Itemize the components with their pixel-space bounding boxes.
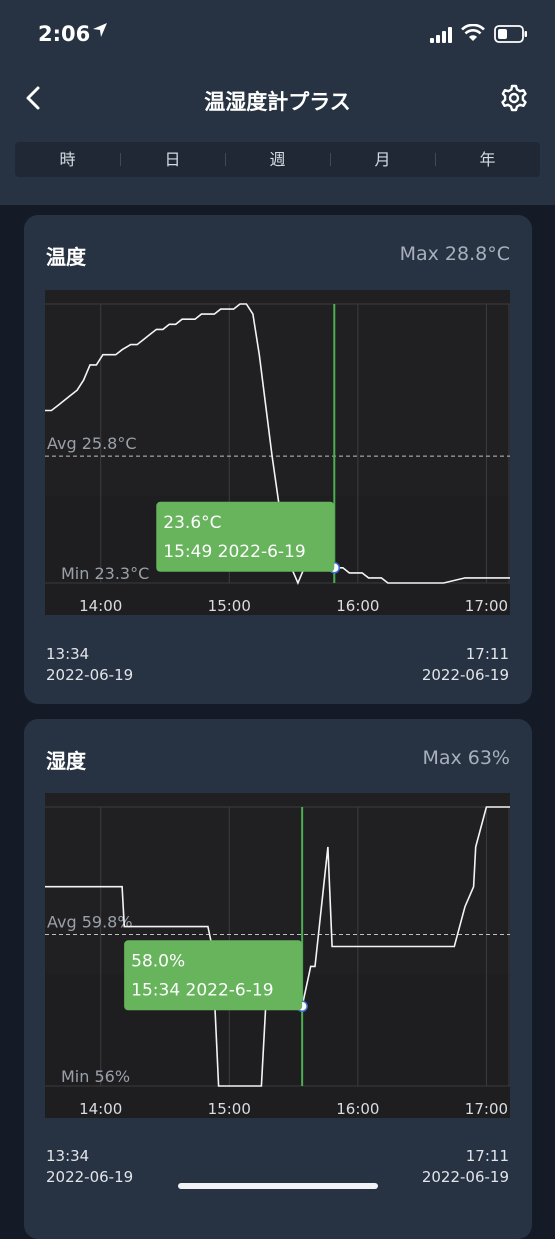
humidity-chart[interactable]: 14:00 15:00 16:00 17:00 Avg 59.8% Min 56% 58.0…	[45, 793, 510, 1118]
avg-label: Avg 25.8°C	[47, 434, 137, 453]
status-bar: 2:06	[0, 0, 555, 70]
tooltip-time: 15:49 2022-6-19	[163, 542, 305, 562]
battery-icon	[494, 25, 527, 43]
x-tick-label: 16:00	[336, 1100, 379, 1118]
tooltip-value: 23.6°C	[163, 513, 221, 533]
min-label: Min 23.3°C	[61, 564, 149, 583]
x-tick-label: 16:00	[336, 597, 379, 615]
x-tick-label: 14:00	[79, 1100, 122, 1118]
range-end: 17:11 2022-06-19	[422, 1146, 509, 1188]
range-end-date: 2022-06-19	[421, 666, 509, 684]
tooltip: 58.0% 15:34 2022-6-19	[124, 940, 303, 1011]
card-title: 温度	[46, 245, 86, 269]
location-arrow-icon	[93, 23, 107, 37]
range-start: 13:34 2022-06-19	[46, 1146, 133, 1188]
plot-upper-band	[45, 290, 510, 497]
temperature-chart[interactable]: 14:00 15:00 16:00 17:00 Avg 25.8°C Min 23.3°C…	[45, 290, 510, 615]
range-end-time: 17:11	[465, 1147, 509, 1165]
tooltip-time: 15:34 2022-6-19	[131, 980, 273, 1000]
x-tick-label: 15:00	[208, 597, 251, 615]
temperature-chart-svg[interactable]: 14:00 15:00 16:00 17:00 Avg 25.8°C Min 23.3°C…	[45, 290, 510, 615]
range-start-date: 2022-06-19	[46, 1168, 134, 1186]
cellular-signal-icon	[430, 27, 452, 43]
tab-month[interactable]: 月	[330, 142, 435, 177]
tab-year[interactable]: 年	[435, 142, 540, 177]
x-tick-label: 17:00	[465, 1100, 508, 1118]
card-title: 湿度	[46, 749, 86, 773]
max-label: Max 28.8°C	[399, 243, 510, 265]
humidity-chart-svg[interactable]: 14:00 15:00 16:00 17:00 Avg 59.8% Min 56% 58.0…	[45, 793, 510, 1118]
x-tick-label: 17:00	[465, 597, 508, 615]
page-title: 温湿度計プラス	[204, 90, 351, 114]
range-end-date: 2022-06-19	[421, 1168, 509, 1186]
range-start-time: 13:34	[46, 645, 90, 663]
x-tick-label: 15:00	[208, 1100, 251, 1118]
period-tabs: 時 日 週 月 年	[15, 142, 540, 177]
range-start-date: 2022-06-19	[46, 666, 134, 684]
tooltip: 23.6°C 15:49 2022-6-19	[156, 501, 335, 572]
range-end: 17:11 2022-06-19	[422, 644, 509, 686]
wifi-icon	[461, 24, 485, 41]
temperature-card: 温度 Max 28.8°C 14:00 15:00 16:00 17:00 Avg 25…	[24, 215, 532, 704]
tab-day[interactable]: 日	[120, 142, 225, 177]
max-label: Max 63%	[422, 747, 510, 769]
top-bar: 2:06 温湿度計プラス 時 日 週 月 年	[0, 0, 555, 205]
tab-week[interactable]: 週	[225, 142, 330, 177]
min-label: Min 56%	[61, 1067, 130, 1086]
humidity-card: 湿度 Max 63% 14:00 15:00 16:00 17:00 Avg 59.8%…	[24, 719, 532, 1239]
status-time: 2:06	[38, 22, 91, 46]
x-tick-label: 14:00	[79, 597, 122, 615]
avg-label: Avg 59.8%	[47, 913, 133, 932]
home-indicator	[178, 1183, 378, 1189]
tab-hour[interactable]: 時	[15, 142, 120, 177]
gear-icon[interactable]	[500, 84, 528, 112]
range-start-time: 13:34	[46, 1147, 90, 1165]
tooltip-value: 58.0%	[131, 951, 185, 971]
range-start: 13:34 2022-06-19	[46, 644, 133, 686]
range-end-time: 17:11	[465, 645, 509, 663]
